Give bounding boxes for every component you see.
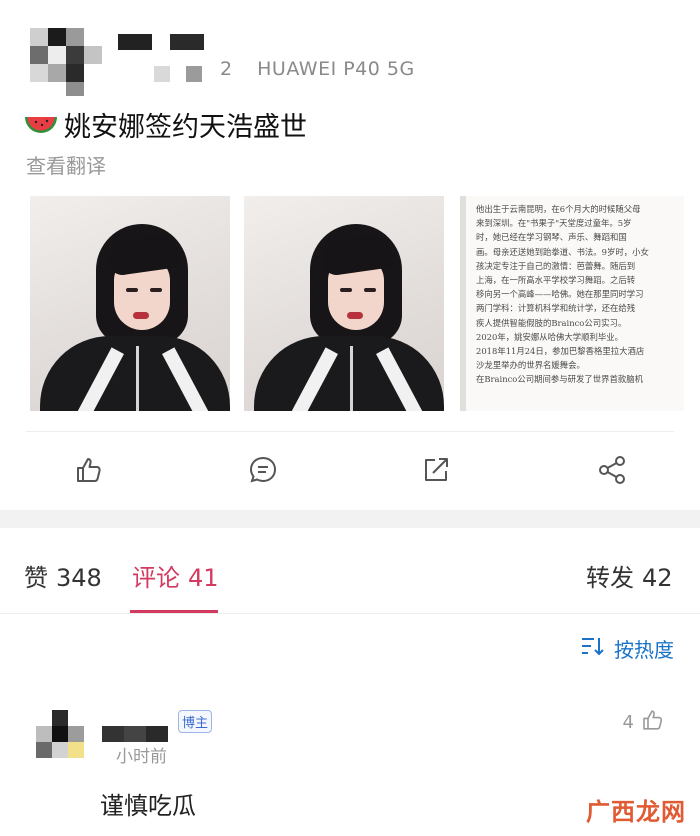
document-line: 沙龙里举办的世界名媛舞会。 xyxy=(476,360,585,371)
tab-likes[interactable]: 赞 348 xyxy=(24,558,102,593)
document-line: 画。母亲还送她到跆拳道、书法。9岁时，小女 xyxy=(476,246,649,257)
interaction-tabs: 赞 348 评论 41 转发 42 xyxy=(0,528,700,614)
tab-reposts-label: 转发 xyxy=(586,564,634,592)
tab-reposts[interactable]: 转发 42 xyxy=(586,558,673,593)
sort-icon xyxy=(580,635,614,662)
document-line: 2018年11月24日，参加巴黎香格里拉大酒店 xyxy=(476,346,645,357)
avatar[interactable] xyxy=(30,28,104,102)
comment-text: 谨慎吃瓜 xyxy=(100,792,196,820)
section-gap xyxy=(0,510,700,528)
active-tab-indicator xyxy=(130,610,218,613)
translate-link[interactable]: 查看翻译 xyxy=(26,150,106,179)
document-line: 在Brainco公司期间参与研发了世界首款脑机 xyxy=(476,374,643,385)
thumbs-up-icon xyxy=(640,708,664,737)
document-line: 来到深圳。在"书果子"天堂度过童年。5岁 xyxy=(476,218,632,229)
meta-count: 2 xyxy=(220,58,233,80)
comment-avatar[interactable] xyxy=(32,710,88,770)
post-image-1[interactable] xyxy=(30,196,230,411)
comment-time: 小时前 xyxy=(116,747,167,767)
action-bar xyxy=(0,440,700,504)
tab-likes-label: 赞 xyxy=(24,564,48,592)
post-title-text: 姚安娜签约天浩盛世 xyxy=(64,112,307,143)
post-image-2[interactable] xyxy=(244,196,444,411)
divider xyxy=(26,431,674,432)
post-header: 2 HUAWEI P40 5G xyxy=(30,20,670,96)
share-button[interactable] xyxy=(592,452,632,492)
repost-icon xyxy=(421,455,451,489)
post-image-3-document[interactable]: 他出生于云南昆明，在6个月大的时候随父母 来到深圳。在"书果子"天堂度过童年。5岁… xyxy=(460,196,684,411)
document-line: 他出生于云南昆明，在6个月大的时候随父母 xyxy=(476,204,641,214)
document-line: 2020年，姚安娜从哈佛大学顺利毕业。 xyxy=(476,331,623,342)
tab-likes-count: 348 xyxy=(56,564,102,592)
document-line: 孩决定专注于自己的激情：芭蕾舞。随后到 xyxy=(476,260,636,271)
comment-button[interactable] xyxy=(243,452,283,492)
post-meta: 2 HUAWEI P40 5G xyxy=(220,58,415,80)
post-title: 姚安娜签约天浩盛世 xyxy=(24,105,307,144)
document-line: 移向另一个高峰——哈佛。她在那里同时学习 xyxy=(476,289,644,300)
tab-comments-label: 评论 xyxy=(132,564,180,592)
share-icon xyxy=(596,454,628,490)
sort-label: 按热度 xyxy=(614,638,674,662)
tab-comments-count: 41 xyxy=(188,564,219,592)
sort-button[interactable]: 按热度 xyxy=(580,634,674,663)
thumbs-up-icon xyxy=(73,455,103,489)
document-line: 疾人提供智能假肢的Brainco公司实习。 xyxy=(476,317,627,328)
document-line: 时，她已经在学习钢琴、声乐、舞蹈和国 xyxy=(476,232,627,243)
comment-like-button[interactable]: 4 xyxy=(623,708,670,737)
document-line: 两门学科：计算机科学和统计学，还在给残 xyxy=(476,303,636,314)
document-line: 上海，在一所高水平学校学习舞蹈。之后转 xyxy=(476,275,636,286)
author-badge: 博主 xyxy=(178,710,213,733)
tab-comments[interactable]: 评论 41 xyxy=(132,558,219,593)
like-button[interactable] xyxy=(68,452,108,492)
site-watermark: 广西龙网 xyxy=(586,798,686,826)
repost-button[interactable] xyxy=(416,452,456,492)
comment-icon xyxy=(248,455,278,489)
tab-reposts-count: 42 xyxy=(642,564,673,592)
comment-like-count: 4 xyxy=(622,712,634,733)
user-name[interactable] xyxy=(118,34,228,84)
device-name: HUAWEI P40 5G xyxy=(257,58,415,80)
watermelon-icon xyxy=(24,113,58,137)
